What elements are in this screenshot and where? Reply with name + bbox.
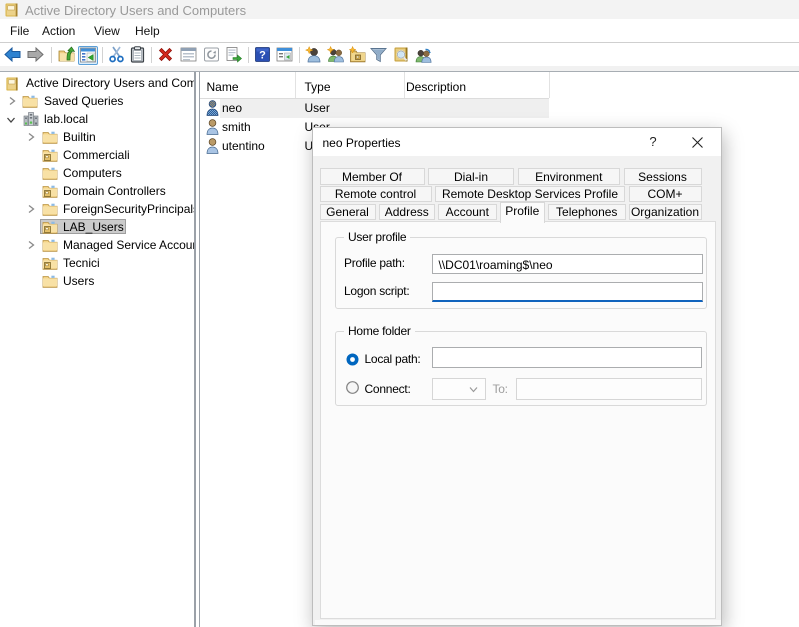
svg-text:?: ? [259,50,266,62]
